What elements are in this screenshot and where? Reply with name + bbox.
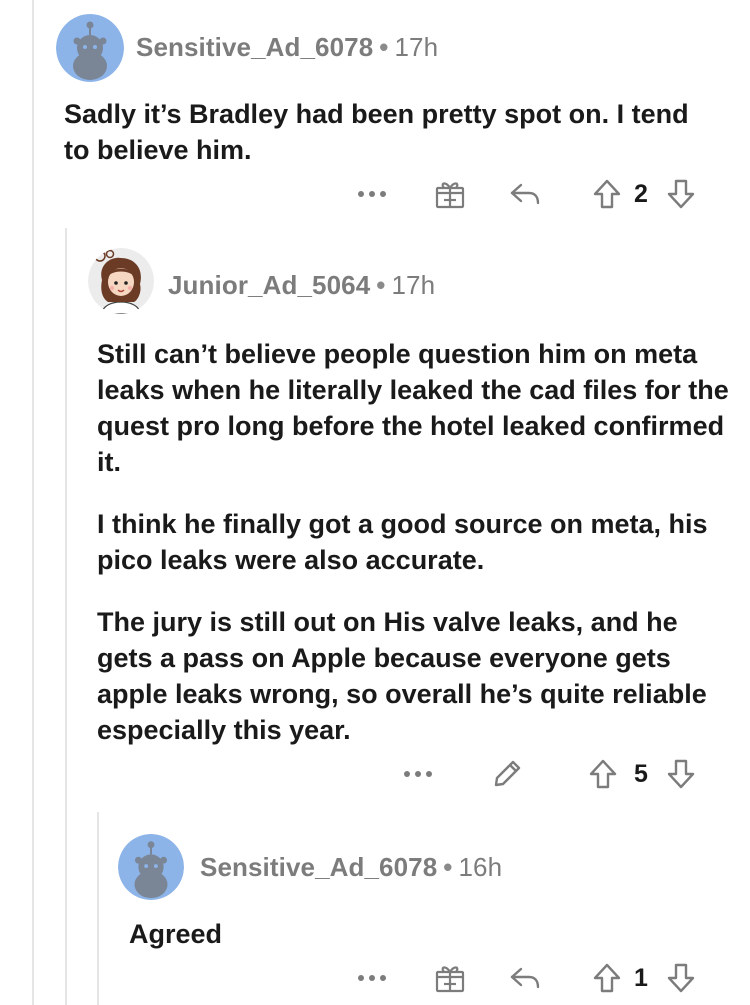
avatar[interactable] <box>88 248 154 314</box>
more-options-icon <box>358 975 386 981</box>
downvote-arrow-icon <box>667 759 695 789</box>
comment-paragraph: Sadly it’s Bradley had been pretty spot … <box>64 99 689 165</box>
thread-line[interactable] <box>32 0 34 1005</box>
comment-actions: 5 <box>0 754 750 794</box>
more-options-button[interactable] <box>400 754 436 794</box>
comment-body: Agreed <box>129 916 729 952</box>
gift-icon <box>435 182 465 209</box>
vote-score: 2 <box>634 180 648 208</box>
more-options-icon <box>358 191 386 197</box>
timestamp: 17h <box>391 270 436 300</box>
thread-line[interactable] <box>65 228 67 1005</box>
award-button[interactable] <box>432 174 468 214</box>
pencil-icon <box>494 760 521 787</box>
upvote-arrow-icon <box>589 759 617 789</box>
character-avatar-icon <box>88 248 154 314</box>
comment-body: Sadly it’s Bradley had been pretty spot … <box>64 96 714 168</box>
comment-actions: 1 <box>0 958 750 998</box>
avatar[interactable] <box>118 834 184 900</box>
award-button[interactable] <box>432 958 468 998</box>
comment-paragraph: Still can’t believe people question him … <box>97 339 729 477</box>
vote-score: 1 <box>634 964 648 992</box>
snoo-avatar-icon <box>56 14 124 82</box>
separator-dot: • <box>379 32 389 62</box>
comment-meta: Sensitive_Ad_6078 • 17h <box>136 32 438 63</box>
avatar[interactable] <box>56 14 124 82</box>
upvote-arrow-icon <box>593 963 621 993</box>
upvote-button[interactable] <box>586 754 620 794</box>
reply-arrow-icon <box>510 967 540 989</box>
separator-dot: • <box>443 852 453 882</box>
upvote-button[interactable] <box>590 174 624 214</box>
upvote-arrow-icon <box>593 179 621 209</box>
comment-body: Still can’t believe people question him … <box>97 336 737 748</box>
comment-paragraph: The jury is still out on His valve leaks… <box>97 607 707 745</box>
snoo-avatar-icon <box>118 834 184 900</box>
separator-dot: • <box>376 270 386 300</box>
downvote-button[interactable] <box>664 174 698 214</box>
gift-icon <box>435 966 465 993</box>
comment-paragraph: I think he finally got a good source on … <box>97 509 708 575</box>
more-options-icon <box>404 771 432 777</box>
more-options-button[interactable] <box>354 958 390 998</box>
vote-score: 5 <box>634 760 648 788</box>
downvote-button[interactable] <box>664 958 698 998</box>
username[interactable]: Sensitive_Ad_6078 <box>136 32 373 62</box>
reply-button[interactable] <box>506 958 544 998</box>
comment-thread: Sensitive_Ad_6078 • 17h Sadly it’s Bradley… <box>0 0 750 1005</box>
comment-meta: Sensitive_Ad_6078 • 16h <box>200 852 502 883</box>
more-options-button[interactable] <box>354 174 390 214</box>
downvote-arrow-icon <box>667 963 695 993</box>
timestamp: 16h <box>458 852 503 882</box>
upvote-button[interactable] <box>590 958 624 998</box>
comment-actions: 2 <box>0 174 750 214</box>
username[interactable]: Sensitive_Ad_6078 <box>200 852 437 882</box>
reply-button[interactable] <box>506 174 544 214</box>
downvote-button[interactable] <box>664 754 698 794</box>
comment-paragraph: Agreed <box>129 919 223 949</box>
reply-arrow-icon <box>510 183 540 205</box>
comment-meta: Junior_Ad_5064 • 17h <box>168 270 435 301</box>
downvote-arrow-icon <box>667 179 695 209</box>
username[interactable]: Junior_Ad_5064 <box>168 270 370 300</box>
timestamp: 17h <box>394 32 439 62</box>
edit-button[interactable] <box>488 754 526 794</box>
